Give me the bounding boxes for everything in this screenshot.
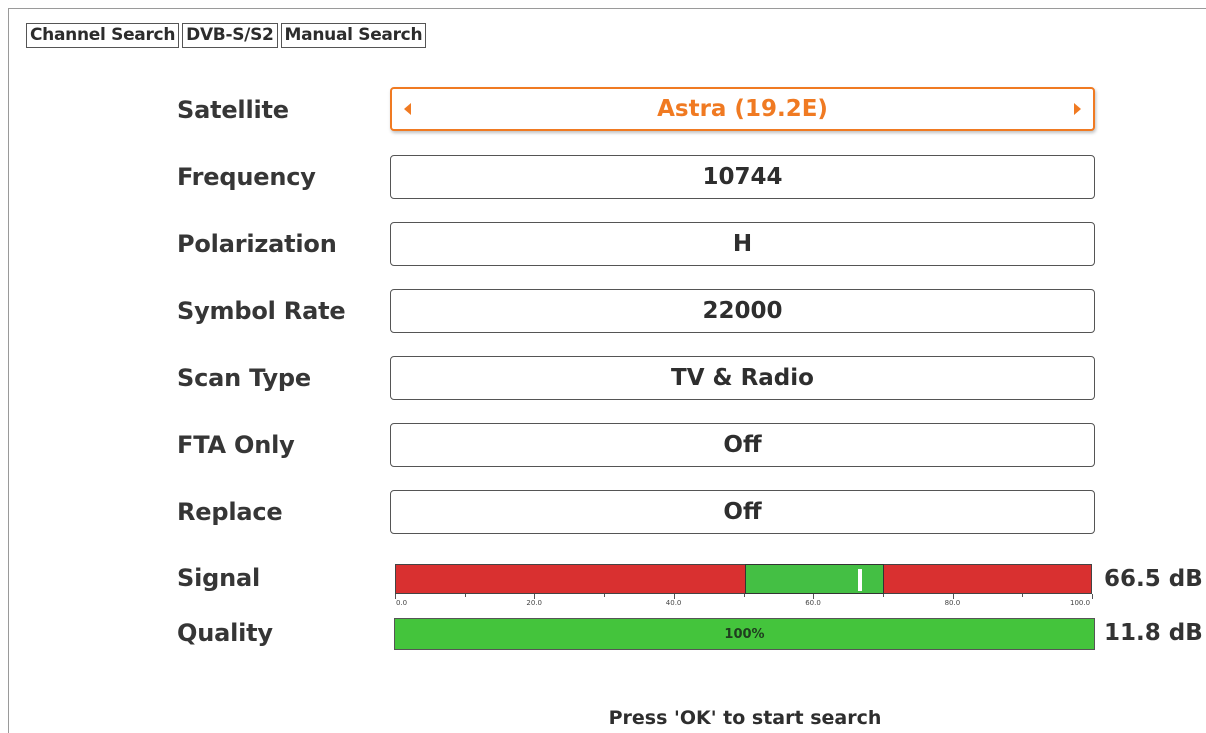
scale-tick: [882, 594, 884, 597]
signal-meter: [395, 564, 1092, 594]
scale-tick-label: 0.0: [396, 599, 408, 607]
scale-tick: [604, 594, 606, 597]
frequency-field[interactable]: 10744: [390, 155, 1095, 199]
quality-readout: 11.8 dB: [1104, 620, 1203, 646]
fta-only-label: FTA Only: [177, 431, 295, 459]
symbol-rate-field[interactable]: 22000: [390, 289, 1095, 333]
symbol-rate-label: Symbol Rate: [177, 297, 346, 325]
fta-only-field[interactable]: Off: [390, 423, 1095, 467]
fta-only-value: Off: [723, 432, 762, 458]
signal-label: Signal: [177, 564, 260, 592]
scale-tick-label: 60.0: [805, 599, 821, 607]
scale-tick: [1022, 594, 1024, 597]
scale-tick-label: 100.0: [1070, 599, 1091, 607]
quality-label: Quality: [177, 619, 273, 647]
replace-field[interactable]: Off: [390, 490, 1095, 534]
polarization-label: Polarization: [177, 230, 337, 258]
scan-type-label: Scan Type: [177, 364, 311, 392]
signal-readout: 66.5 dB: [1104, 566, 1203, 592]
triangle-right-icon[interactable]: [1074, 103, 1081, 115]
polarization-field[interactable]: H: [390, 222, 1095, 266]
triangle-left-icon[interactable]: [404, 103, 411, 115]
breadcrumb-item[interactable]: Manual Search: [280, 23, 427, 48]
breadcrumb: Channel Search DVB-S/S2 Manual Search: [26, 23, 427, 48]
scale-tick-label: 80.0: [944, 599, 961, 607]
scan-type-field[interactable]: TV & Radio: [390, 356, 1095, 400]
start-search-hint: Press 'OK' to start search: [608, 707, 882, 729]
signal-level-marker: [857, 569, 862, 591]
breadcrumb-item[interactable]: Channel Search: [26, 23, 180, 48]
scan-type-value: TV & Radio: [671, 365, 814, 391]
symbol-rate-value: 22000: [702, 298, 783, 324]
signal-good-zone: [744, 564, 884, 594]
scale-tick: [464, 594, 466, 597]
satellite-value: Astra (19.2E): [657, 96, 828, 122]
quality-bar: 100%: [394, 618, 1095, 650]
frequency-value: 10744: [702, 164, 783, 190]
polarization-value: H: [732, 231, 753, 257]
frame-top-border: [8, 8, 1206, 9]
breadcrumb-item[interactable]: DVB-S/S2: [182, 23, 278, 48]
scale-tick-label: 20.0: [526, 599, 542, 607]
replace-label: Replace: [177, 498, 283, 526]
scale-tick: [743, 594, 745, 597]
satellite-selector[interactable]: Astra (19.2E): [390, 87, 1095, 131]
replace-value: Off: [723, 499, 762, 525]
frequency-label: Frequency: [177, 163, 316, 191]
quality-percent: 100%: [724, 626, 765, 642]
frame-left-border: [8, 8, 9, 733]
scale-tick: [1092, 594, 1093, 599]
scale-tick-label: 40.0: [665, 599, 682, 607]
satellite-label: Satellite: [177, 96, 289, 124]
signal-scale: 0.0 20.0 40.0 60.0 80.0 100.0: [395, 594, 1093, 610]
